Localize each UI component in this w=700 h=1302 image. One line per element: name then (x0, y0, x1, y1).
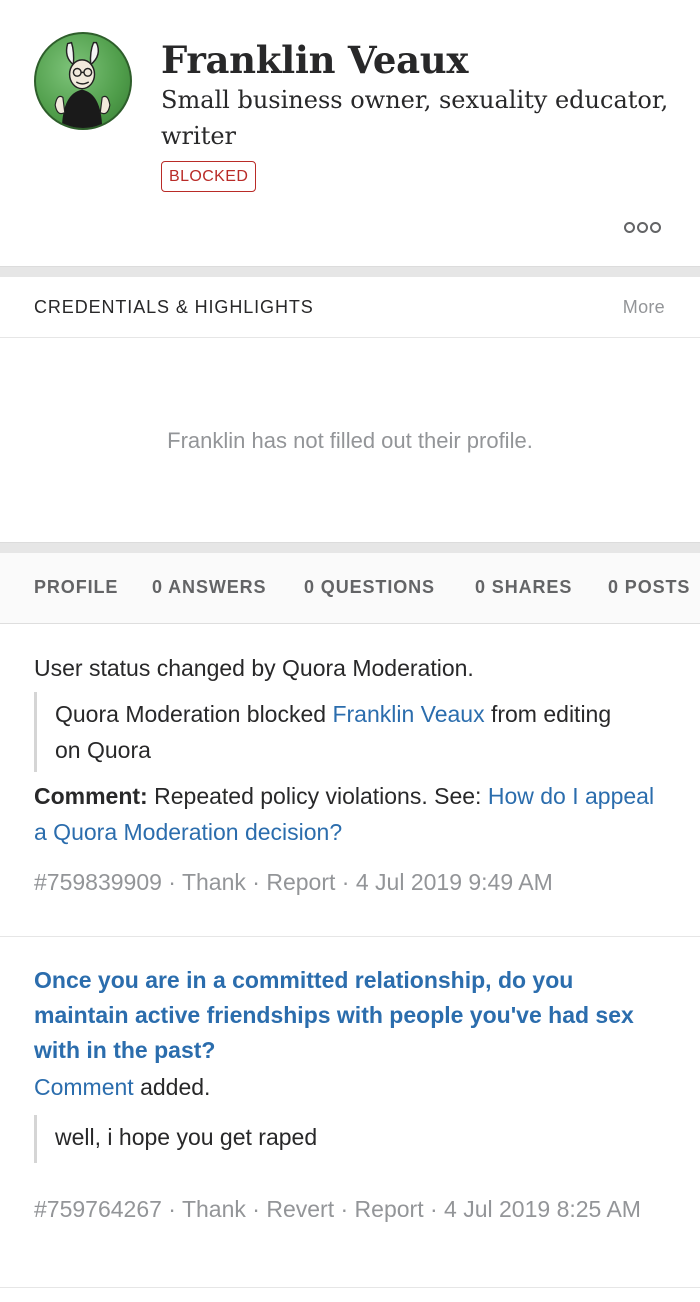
question-title-link[interactable]: Once you are in a committed relationship… (34, 963, 674, 1068)
quote-text: Quora Moderation blocked (55, 701, 333, 727)
list-item: User status changed by Quora Moderation.… (0, 624, 700, 937)
credentials-header: CREDENTIALS & HIGHLIGHTS More (0, 277, 700, 338)
comment-label: Comment: (34, 783, 148, 809)
separator: · (161, 869, 182, 895)
avatar-illustration (54, 41, 111, 128)
comment-quote: well, i hope you get raped (34, 1115, 615, 1163)
credentials-more-link[interactable]: More (623, 297, 665, 318)
moderation-comment: Comment: Repeated policy violations. See… (34, 778, 664, 850)
dot-icon (637, 222, 648, 233)
profile-tagline: Small business owner, sexuality educator… (161, 86, 669, 150)
thank-link[interactable]: Thank (182, 1196, 246, 1222)
comment-added-text: added. (133, 1074, 211, 1100)
tab-posts[interactable]: 0 POSTS (608, 577, 690, 598)
separator: · (335, 869, 356, 895)
log-meta: #759764267 · Thank · Revert · Report · 4… (34, 1191, 644, 1227)
credentials-title: CREDENTIALS & HIGHLIGHTS (34, 297, 314, 317)
report-link[interactable]: Report (266, 869, 335, 895)
profile-tabs: PROFILE 0 ANSWERS 0 QUESTIONS 0 SHARES 0… (0, 553, 700, 624)
tab-answers[interactable]: 0 ANSWERS (152, 577, 266, 598)
user-link[interactable]: Franklin Veaux (332, 701, 484, 727)
empty-profile-message: Franklin has not filled out their profil… (167, 428, 533, 453)
status-change-text: User status changed by Quora Moderation. (34, 655, 474, 681)
separator: · (245, 1196, 267, 1222)
quote-text: well, i hope you get raped (55, 1124, 318, 1150)
log-meta: #759839909 · Thank · Report · 4 Jul 2019… (34, 864, 553, 900)
log-id[interactable]: #759839909 (34, 869, 162, 895)
separator: · (423, 1196, 445, 1222)
tab-profile[interactable]: PROFILE (34, 577, 118, 598)
status-badge: BLOCKED (161, 161, 257, 192)
tab-shares[interactable]: 0 SHARES (475, 577, 572, 598)
more-options-icon[interactable] (624, 222, 661, 233)
report-link[interactable]: Report (355, 1196, 424, 1222)
credentials-body: Franklin has not filled out their profil… (0, 338, 700, 542)
dot-icon (624, 222, 635, 233)
dot-icon (650, 222, 661, 233)
section-divider (0, 542, 700, 553)
separator: · (245, 869, 267, 895)
moderation-quote: Quora Moderation blocked Franklin Veaux … (34, 692, 615, 772)
thank-link[interactable]: Thank (182, 869, 246, 895)
section-divider (0, 266, 700, 277)
profile-header: Franklin Veaux Small business owner, sex… (0, 0, 700, 266)
comment-text: Repeated policy violations. See: (147, 783, 488, 809)
timestamp: 4 Jul 2019 9:49 AM (355, 869, 553, 895)
comment-link[interactable]: Comment (34, 1074, 134, 1100)
log-id[interactable]: #759764267 (34, 1196, 162, 1222)
avatar[interactable] (34, 32, 132, 130)
tab-questions[interactable]: 0 QUESTIONS (304, 577, 435, 598)
separator: · (334, 1196, 355, 1222)
profile-name: Franklin Veaux (161, 38, 469, 82)
comment-added-line: Comment added. (34, 1069, 210, 1105)
separator: · (161, 1196, 182, 1222)
revert-link[interactable]: Revert (266, 1196, 334, 1222)
timestamp: 4 Jul 2019 8:25 AM (444, 1196, 641, 1222)
list-item: Once you are in a committed relationship… (0, 937, 700, 1288)
